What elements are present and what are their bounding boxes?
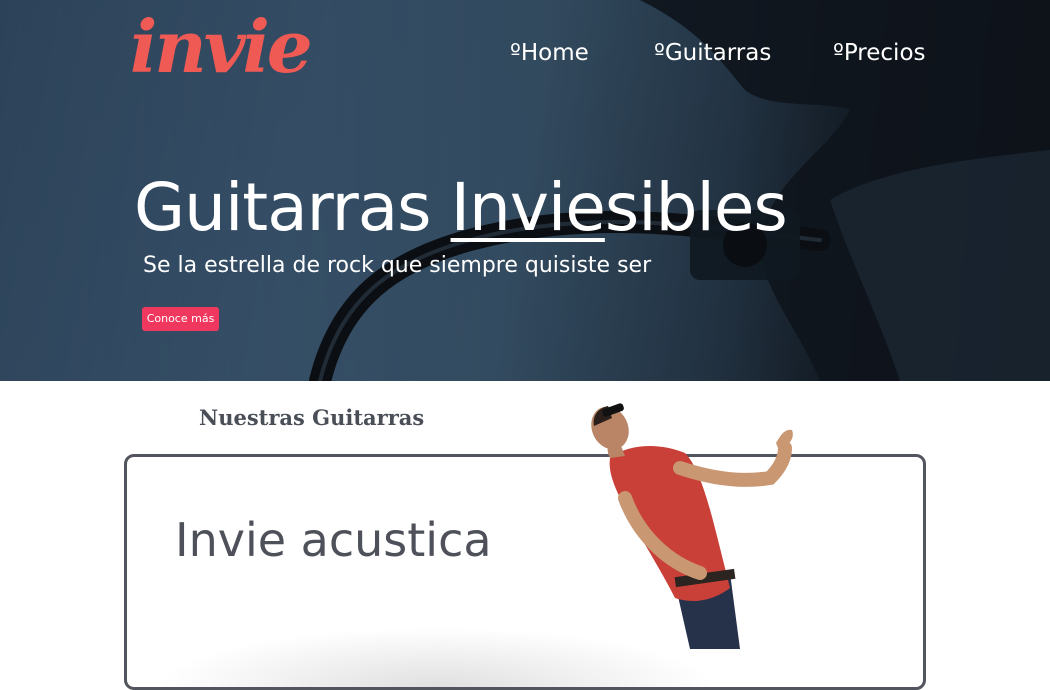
hero-title: Guitarras Inviesibles <box>134 168 788 248</box>
hero-title-underlined: Invie <box>450 169 606 246</box>
nav-item-precios[interactable]: ºPrecios <box>833 40 926 66</box>
nav-item-home[interactable]: ºHome <box>510 40 589 66</box>
section-title: Nuestras Guitarras <box>199 405 425 430</box>
hero-section: invie ºHome ºGuitarras ºPrecios Guitarra… <box>0 0 1050 381</box>
product-card-title: Invie acustica <box>175 513 492 567</box>
hero-subtitle: Se la estrella de rock que siempre quisi… <box>143 253 652 278</box>
hero-title-part-1: Guitarras <box>134 169 451 246</box>
main-nav: ºHome ºGuitarras ºPrecios <box>0 40 1050 70</box>
nav-item-guitarras[interactable]: ºGuitarras <box>654 40 771 66</box>
hero-title-part-2: sibles <box>604 169 788 246</box>
conoce-mas-button[interactable]: Conoce más <box>142 307 219 331</box>
guitarist-photo <box>591 403 793 649</box>
